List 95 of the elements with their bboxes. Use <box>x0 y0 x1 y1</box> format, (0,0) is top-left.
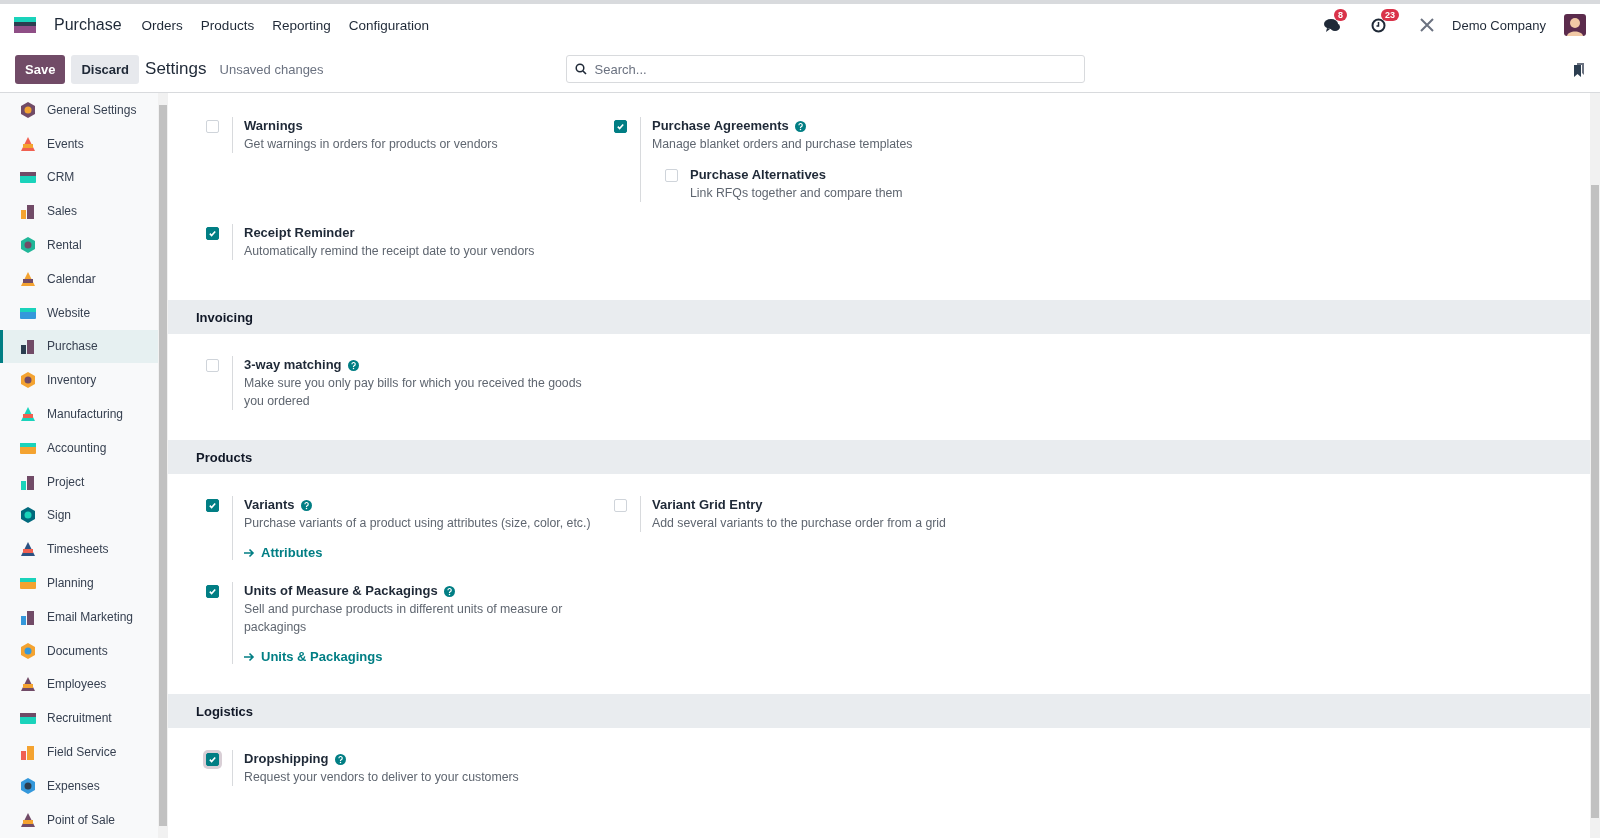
setting-description: Make sure you only pay bills for which you received the goods you ordered <box>244 375 583 410</box>
sidebar-item[interactable]: Expenses <box>0 768 158 803</box>
sidebar-item[interactable]: Point of Sale <box>0 802 158 837</box>
sidebar-item[interactable]: Inventory <box>0 363 158 398</box>
sidebar-item[interactable]: Sign <box>0 498 158 533</box>
sidebar-item[interactable]: Email Marketing <box>0 599 158 634</box>
menu-item[interactable]: Configuration <box>348 17 429 33</box>
search-field[interactable]: Search... <box>565 55 1085 83</box>
sidebar-item[interactable]: Manufacturing <box>0 397 158 431</box>
menu-item[interactable]: Orders <box>141 17 183 33</box>
app-icon <box>19 540 37 559</box>
setting-title: 3-way matching <box>244 356 342 374</box>
sidebar-item[interactable]: Rental <box>0 228 158 262</box>
avatar-icon[interactable] <box>1564 14 1586 36</box>
app-icon <box>19 100 37 119</box>
sidebar-item[interactable]: Sales <box>0 194 158 229</box>
app-logo-icon[interactable] <box>14 17 36 33</box>
app-icon <box>19 776 37 795</box>
setting-title: Receipt Reminder <box>244 224 355 242</box>
scrollbar[interactable] <box>158 93 168 838</box>
help-icon[interactable] <box>794 120 806 132</box>
sidebar-item[interactable]: Accounting <box>0 430 158 465</box>
app-icon <box>19 743 37 762</box>
setting-title: Variants <box>244 496 295 514</box>
sidebar-item[interactable]: Events <box>0 126 158 161</box>
breadcrumb: Settings <box>145 59 207 79</box>
settings-link[interactable]: Units & Packagings <box>244 649 599 664</box>
section-header: Logistics <box>168 694 1590 728</box>
setting-title: Purchase Agreements <box>652 117 789 135</box>
app-icon <box>19 405 37 424</box>
status-text: Unsaved changes <box>219 61 324 77</box>
help-icon[interactable] <box>300 499 312 511</box>
save-button[interactable]: Save <box>15 54 66 84</box>
menu-item[interactable]: Products <box>200 17 255 33</box>
setting-title: Warnings <box>244 117 303 135</box>
checkbox[interactable] <box>205 499 219 512</box>
scrollbar[interactable] <box>1590 93 1600 838</box>
setting-description: Request your vendors to deliver to your customers <box>244 769 519 786</box>
app-icon <box>19 371 37 390</box>
sidebar-item[interactable]: Calendar <box>0 262 158 296</box>
menu-item[interactable]: Reporting <box>272 17 331 33</box>
sidebar-item[interactable]: Project <box>0 464 158 499</box>
arrow-icon <box>244 547 255 558</box>
checkbox[interactable] <box>613 120 627 133</box>
bookmark-icon[interactable] <box>1573 61 1585 77</box>
notification-badge: 8 <box>1334 8 1348 21</box>
sidebar-item[interactable]: CRM <box>0 160 158 195</box>
sidebar-item[interactable]: Planning <box>0 566 158 600</box>
help-icon[interactable] <box>334 753 346 765</box>
settings-link[interactable]: Attributes <box>244 545 591 560</box>
notification-badge: 23 <box>1381 8 1400 21</box>
sidebar-item[interactable]: Field Service <box>0 735 158 769</box>
sidebar-item[interactable]: Timesheets <box>0 532 158 567</box>
setting-title: Units of Measure & Packagings <box>244 582 438 600</box>
checkbox[interactable] <box>205 227 219 240</box>
sidebar-item[interactable]: Purchase <box>0 329 158 364</box>
setting-description: Get warnings in orders for products or vendors <box>244 136 498 153</box>
checkbox[interactable] <box>205 753 219 766</box>
sidebar-item[interactable]: Website <box>0 295 158 330</box>
app-name[interactable]: Purchase <box>54 16 122 34</box>
check-icon <box>207 587 217 596</box>
setting-description: Add several variants to the purchase order from a grid <box>652 515 946 532</box>
sidebar-item[interactable]: General Settings <box>0 93 158 127</box>
setting-title: Purchase Alternatives <box>690 166 828 184</box>
chat-icon[interactable] <box>1324 17 1342 33</box>
arrow-icon <box>244 651 255 662</box>
setting-description: Manage blanket orders and purchase templates <box>652 136 913 153</box>
setting-description: Sell and purchase products in different units of measure or packagings <box>244 601 564 636</box>
setting-description: Automatically remind the receipt date to your vendors <box>244 243 535 260</box>
setting-title: Variant Grid Entry <box>652 496 763 514</box>
company-name[interactable]: Demo Company <box>1452 17 1546 33</box>
check-icon <box>207 229 217 238</box>
app-icon <box>19 202 37 221</box>
clock-icon[interactable] <box>1371 17 1387 33</box>
sidebar-item[interactable]: Employees <box>0 667 158 702</box>
help-icon[interactable] <box>347 359 359 371</box>
check-icon <box>207 755 217 764</box>
setting-description: Purchase variants of a product using attributes (size, color, etc.) <box>244 515 591 532</box>
setting-description: Link RFQs together and compare them <box>690 185 903 202</box>
section-header: Invoicing <box>168 300 1590 334</box>
app-icon <box>19 506 37 525</box>
check-icon <box>207 501 217 510</box>
section-header: Products <box>168 440 1590 474</box>
discard-button[interactable]: Discard <box>71 54 140 84</box>
app-icon <box>19 337 37 356</box>
check-icon <box>615 122 625 131</box>
app-icon <box>19 675 37 694</box>
search-icon <box>574 63 587 75</box>
app-icon <box>19 236 37 255</box>
checkbox[interactable] <box>205 585 219 598</box>
app-icon <box>19 641 37 660</box>
sidebar-item[interactable]: Documents <box>0 633 158 668</box>
setting-title: Dropshipping <box>244 750 329 768</box>
sidebar-item[interactable]: Recruitment <box>0 701 158 736</box>
help-icon[interactable] <box>443 585 455 597</box>
